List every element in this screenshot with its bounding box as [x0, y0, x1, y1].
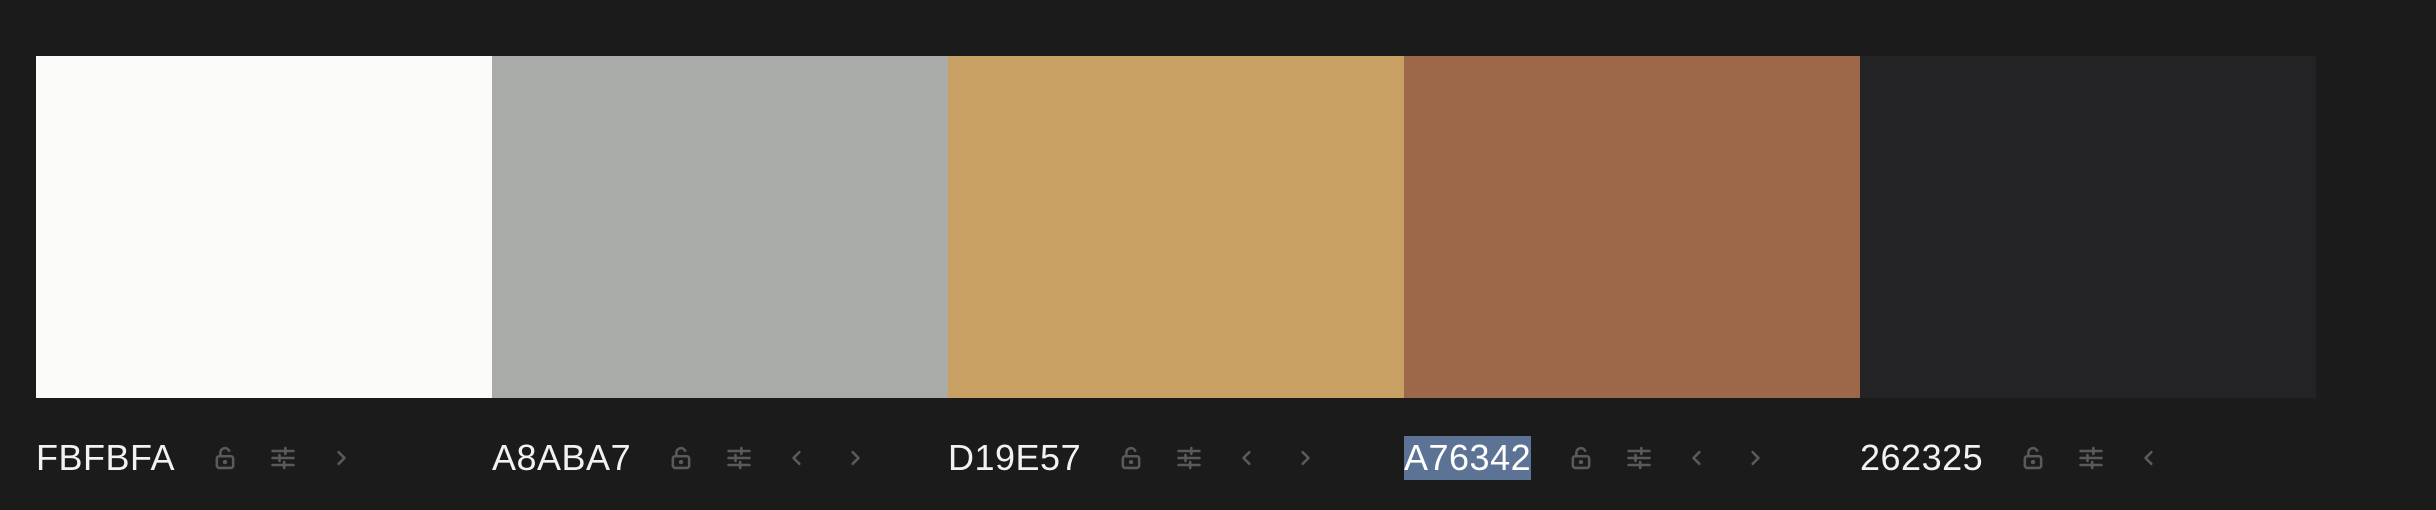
sliders-icon[interactable]: [1625, 444, 1653, 472]
chevron-left-icon[interactable]: [783, 444, 811, 472]
chevron-right-icon[interactable]: [327, 444, 355, 472]
hex-code[interactable]: FBFBFA: [36, 436, 175, 480]
sliders-icon[interactable]: [2077, 444, 2105, 472]
chevron-left-icon[interactable]: [1233, 444, 1261, 472]
hex-code[interactable]: D19E57: [948, 436, 1081, 480]
swatch-strip: [36, 56, 2316, 398]
swatch-a8aba7[interactable]: [492, 56, 948, 398]
swatch-controls-fbfbfa: FBFBFA: [36, 430, 492, 486]
chevron-left-icon[interactable]: [2135, 444, 2163, 472]
swatch-controls-262325: 262325: [1860, 430, 2316, 486]
swatch-controls: FBFBFA A8ABA7 D19E57 A76342 262325: [36, 430, 2316, 486]
sliders-icon[interactable]: [725, 444, 753, 472]
swatch-controls-a76342: A76342: [1404, 430, 1860, 486]
chevron-right-icon[interactable]: [1741, 444, 1769, 472]
chevron-right-icon[interactable]: [841, 444, 869, 472]
sliders-icon[interactable]: [1175, 444, 1203, 472]
lock-icon[interactable]: [1117, 444, 1145, 472]
palette-editor: FBFBFA A8ABA7 D19E57 A76342 262325: [0, 0, 2436, 510]
swatch-fbfbfa[interactable]: [36, 56, 492, 398]
chevron-left-icon[interactable]: [1683, 444, 1711, 472]
lock-icon[interactable]: [2019, 444, 2047, 472]
swatch-d19e57[interactable]: [948, 56, 1404, 398]
lock-icon[interactable]: [1567, 444, 1595, 472]
hex-code-selected[interactable]: A76342: [1404, 436, 1532, 480]
chevron-right-icon[interactable]: [1291, 444, 1319, 472]
lock-icon[interactable]: [667, 444, 695, 472]
swatch-controls-d19e57: D19E57: [948, 430, 1404, 486]
sliders-icon[interactable]: [269, 444, 297, 472]
lock-icon[interactable]: [211, 444, 239, 472]
hex-code[interactable]: A8ABA7: [492, 436, 631, 480]
hex-code[interactable]: 262325: [1860, 436, 1983, 480]
swatch-a76342[interactable]: [1404, 56, 1860, 398]
swatch-controls-a8aba7: A8ABA7: [492, 430, 948, 486]
swatch-262325[interactable]: [1860, 56, 2316, 398]
